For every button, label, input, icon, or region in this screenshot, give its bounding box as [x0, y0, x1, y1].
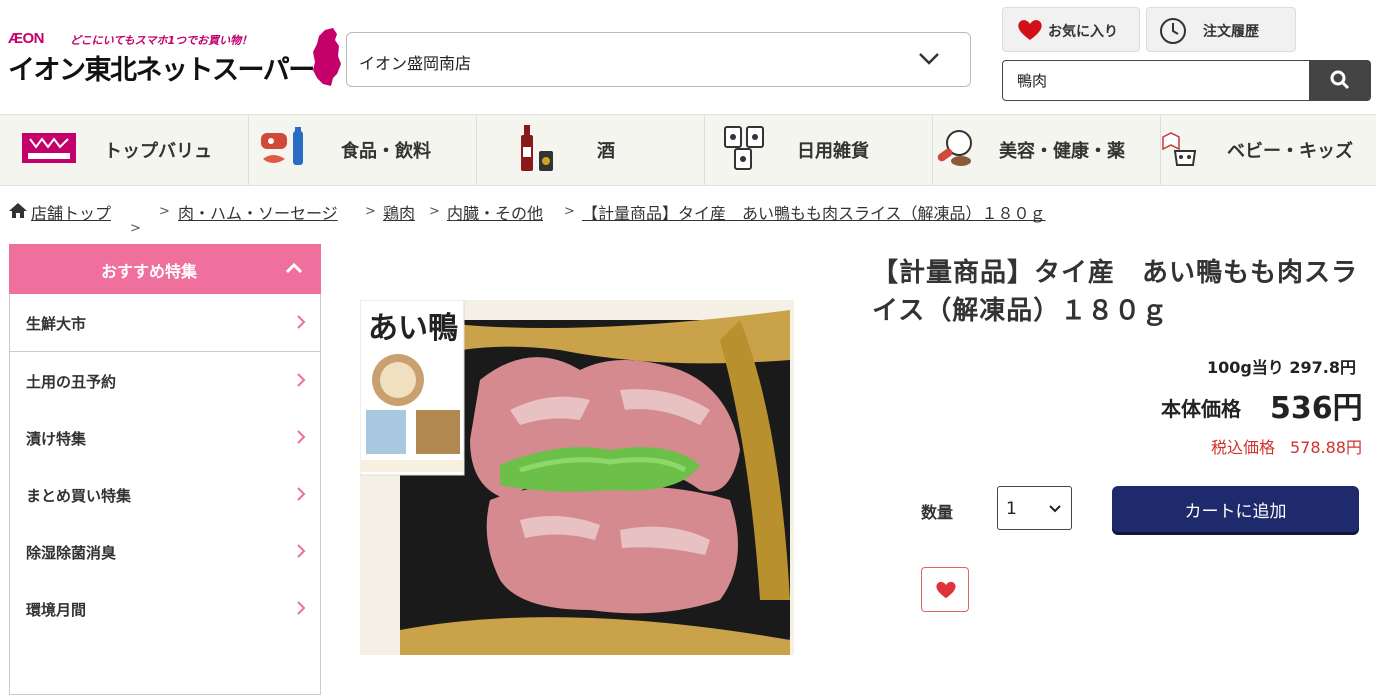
favorites-button[interactable]: お気に入り [1002, 7, 1140, 52]
store-selector[interactable]: イオン盛岡南店 [346, 32, 971, 87]
quantity-value: 1 [1006, 499, 1017, 519]
sidebar-item[interactable] [9, 637, 321, 695]
chevron-right-icon [297, 430, 306, 444]
category-nav: トップバリュ 食品・飲料 酒 日用雑貨 美容・健康・薬 ベビー・キッズ [0, 114, 1376, 186]
sidebar-item[interactable]: まとめ買い特集 [9, 466, 321, 524]
breadcrumb-separator: > [429, 204, 440, 219]
category-baby-kids[interactable]: ベビー・キッズ [1161, 115, 1376, 185]
search-input[interactable] [1002, 60, 1310, 101]
category-label: 日用雑貨 [797, 141, 869, 162]
category-alcohol[interactable]: 酒 [477, 115, 705, 185]
order-history-label: 注文履歴 [1203, 24, 1259, 40]
breadcrumb-home[interactable]: 店舗トップ [31, 200, 111, 224]
category-topvalu[interactable]: トップバリュ [0, 115, 249, 185]
tax-price: 578.88円 [1290, 438, 1362, 457]
sidebar-item-label: 環境月間 [26, 601, 87, 619]
chevron-right-icon [297, 373, 306, 387]
baby-kids-icon [1162, 132, 1197, 166]
breadcrumb-separator: > [365, 204, 376, 219]
sidebar-item-label: 漬け特集 [26, 430, 87, 448]
order-history-button[interactable]: 注文履歴 [1146, 7, 1296, 52]
sidebar-item-label: まとめ買い特集 [26, 487, 132, 505]
sidebar-item[interactable]: 漬け特集 [9, 409, 321, 467]
category-label: 酒 [597, 141, 615, 162]
search-icon [1330, 70, 1350, 90]
unit-price: 100g当り 297.8円 [1206, 358, 1356, 377]
base-price-label: 本体価格 [1161, 397, 1241, 421]
category-beauty-health[interactable]: 美容・健康・薬 [933, 115, 1161, 185]
sidebar-title: おすすめ特集 [100, 262, 197, 281]
alcohol-icon [521, 125, 553, 171]
chevron-right-icon [297, 544, 306, 558]
breadcrumb-item[interactable]: 内臓・その他 [447, 200, 543, 224]
category-label: 食品・飲料 [341, 141, 431, 162]
chevron-down-icon [919, 53, 939, 65]
clock-icon [1160, 18, 1186, 44]
chevron-right-icon [297, 487, 306, 501]
breadcrumb-item[interactable]: 肉・ハム・ソーセージ [178, 200, 338, 224]
add-favorite-button[interactable] [921, 567, 969, 612]
chevron-up-icon [285, 262, 303, 274]
package-label-text: あい鴨 [368, 311, 458, 346]
sidebar-item[interactable]: 土用の丑予約 [9, 352, 321, 410]
quantity-select[interactable]: 1 [997, 486, 1072, 530]
category-label: ベビー・キッズ [1227, 141, 1353, 162]
sidebar-item[interactable]: 除湿除菌消臭 [9, 523, 321, 581]
category-label: 美容・健康・薬 [999, 141, 1125, 162]
search-button[interactable] [1309, 60, 1371, 101]
category-label: トップバリュ [104, 141, 212, 162]
home-icon [9, 203, 27, 218]
sidebar-item-label: 生鮮大市 [26, 315, 87, 333]
daily-goods-icon [724, 126, 764, 170]
chevron-right-icon [297, 601, 306, 615]
logo-tagline: どこにいてもスマホ1つでお買い物！ [70, 34, 253, 47]
sidebar-item-label: 除湿除菌消臭 [26, 544, 117, 562]
quantity-label: 数量 [921, 503, 954, 522]
favorites-label: お気に入り [1048, 24, 1118, 40]
chevron-down-icon [1049, 505, 1061, 513]
sidebar-header[interactable]: おすすめ特集 [9, 244, 321, 294]
chevron-right-icon [297, 315, 306, 329]
product-image: あい鴨 [360, 300, 794, 655]
store-name: イオン盛岡南店 [359, 54, 472, 73]
breadcrumb-current[interactable]: 【計量商品】タイ産 あい鴨もも肉スライス（解凍品）１８０ｇ [582, 200, 1046, 224]
sidebar-item-label: 土用の丑予約 [26, 373, 117, 391]
tax-price-label: 税込価格 [1211, 438, 1276, 457]
category-daily-goods[interactable]: 日用雑貨 [705, 115, 933, 185]
beauty-health-icon [937, 130, 972, 166]
food-drink-icon [261, 127, 303, 165]
logo-brand: ÆON [8, 30, 45, 47]
tohoku-map-icon [313, 28, 341, 86]
category-food-drink[interactable]: 食品・飲料 [249, 115, 477, 185]
heart-icon [1018, 20, 1042, 40]
site-logo[interactable]: ÆON どこにいてもスマホ1つでお買い物！ イオン東北ネットスーパー [8, 28, 343, 90]
logo-name: イオン東北ネットスーパー [8, 55, 315, 86]
breadcrumb-separator: > [130, 221, 141, 236]
add-to-cart-button[interactable]: カートに追加 [1112, 486, 1359, 532]
base-price: 536円 [1270, 391, 1363, 426]
breadcrumb-separator: > [159, 204, 170, 219]
sidebar-item[interactable]: 生鮮大市 [9, 294, 321, 352]
topvalu-logo-icon [22, 133, 76, 163]
breadcrumb-separator: > [564, 204, 575, 219]
heart-icon [936, 581, 956, 599]
breadcrumb-item[interactable]: 鶏肉 [383, 200, 415, 224]
product-title: 【計量商品】タイ産 あい鴨もも肉スライス（解凍品）１８０ｇ [872, 258, 1359, 326]
sidebar-item[interactable]: 環境月間 [9, 580, 321, 638]
